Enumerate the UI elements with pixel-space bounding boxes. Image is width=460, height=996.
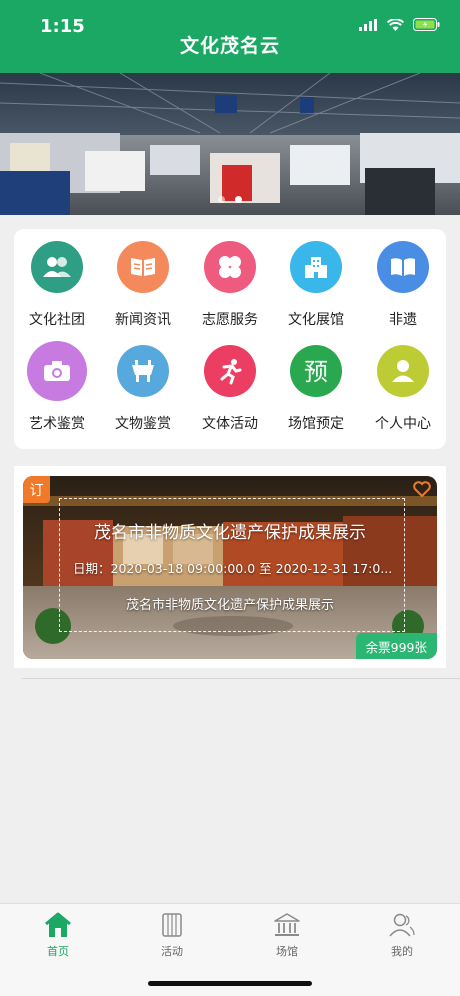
exhibit-date: 日期：2020-03-18 09:00:00.0 至 2020-12-31 17… — [73, 561, 393, 576]
carousel-dots — [0, 196, 460, 203]
tab-activity[interactable]: 活动 — [132, 910, 212, 959]
category-label: 新闻资讯 — [115, 312, 171, 328]
exhibit-card[interactable]: 订 茂名市非物质文化遗产保护成果展示 日期：2020-03-18 09:00:0… — [14, 466, 446, 668]
banner-carousel[interactable] — [0, 73, 460, 215]
news-book-icon — [117, 241, 169, 293]
signal-icon — [359, 18, 377, 31]
museum-icon — [247, 910, 327, 940]
category-label: 文化社团 — [29, 312, 85, 328]
category-label: 非遗 — [389, 312, 417, 328]
tripod-vessel-icon — [117, 345, 169, 397]
category-label: 文化展馆 — [288, 312, 344, 328]
tab-label: 场馆 — [276, 945, 298, 958]
category-venue-booking[interactable]: 预 场馆预定 — [273, 345, 359, 433]
user-icon — [362, 910, 442, 940]
exhibit-image[interactable]: 订 茂名市非物质文化遗产保护成果展示 日期：2020-03-18 09:00:0… — [23, 476, 437, 659]
category-label: 文体活动 — [202, 416, 258, 432]
tickets-left-badge: 余票999张 — [355, 633, 437, 659]
tab-venue[interactable]: 场馆 — [247, 910, 327, 959]
tab-mine[interactable]: 我的 — [362, 910, 442, 959]
order-tag: 订 — [23, 476, 50, 503]
status-icons — [359, 18, 440, 31]
app-title: 文化茂名云 — [179, 35, 280, 57]
divider — [22, 678, 460, 679]
category-label: 个人中心 — [375, 416, 431, 432]
tab-label: 活动 — [161, 945, 183, 958]
home-icon — [18, 910, 98, 940]
tab-label: 我的 — [391, 945, 413, 958]
tab-label: 首页 — [47, 945, 69, 958]
home-indicator[interactable] — [148, 981, 312, 986]
heart-icon[interactable] — [413, 481, 431, 497]
category-label: 艺术鉴赏 — [29, 416, 85, 432]
banner-image — [0, 73, 460, 215]
category-exhibition-hall[interactable]: 文化展馆 — [273, 241, 359, 329]
category-relics[interactable]: 文物鉴赏 — [100, 345, 186, 433]
category-culture-group[interactable]: 文化社团 — [14, 241, 100, 329]
category-grid: 文化社团 新闻资讯 志愿服务 文化展馆 非遗 艺术鉴赏 文物鉴赏 文体活动 预 … — [14, 229, 446, 449]
carousel-dot[interactable] — [218, 196, 225, 203]
open-book-icon — [377, 241, 429, 293]
svg-text:预: 预 — [304, 358, 328, 386]
category-heritage[interactable]: 非遗 — [360, 241, 446, 329]
scroll-icon — [132, 910, 212, 940]
category-volunteer[interactable]: 志愿服务 — [187, 241, 273, 329]
category-news[interactable]: 新闻资讯 — [100, 241, 186, 329]
category-label: 文物鉴赏 — [115, 416, 171, 432]
tab-home[interactable]: 首页 — [18, 910, 98, 959]
category-label: 志愿服务 — [202, 312, 258, 328]
reserve-char-icon: 预 — [290, 345, 342, 397]
camera-icon — [27, 341, 87, 401]
building-icon — [290, 241, 342, 293]
carousel-dot-active[interactable] — [235, 196, 242, 203]
running-icon — [204, 345, 256, 397]
group-icon — [31, 241, 83, 293]
category-sports[interactable]: 文体活动 — [187, 345, 273, 433]
exhibit-subtitle: 茂名市非物质文化遗产保护成果展示 — [125, 598, 334, 613]
clover-icon — [204, 241, 256, 293]
category-label: 场馆预定 — [288, 416, 344, 432]
category-art[interactable]: 艺术鉴赏 — [14, 341, 100, 433]
battery-icon — [413, 18, 440, 31]
exhibit-title: 茂名市非物质文化遗产保护成果展示 — [94, 523, 366, 543]
category-profile[interactable]: 个人中心 — [360, 345, 446, 433]
app-header: 1:15 文化茂名云 — [0, 0, 460, 73]
wifi-icon — [387, 18, 404, 31]
person-icon — [377, 345, 429, 397]
